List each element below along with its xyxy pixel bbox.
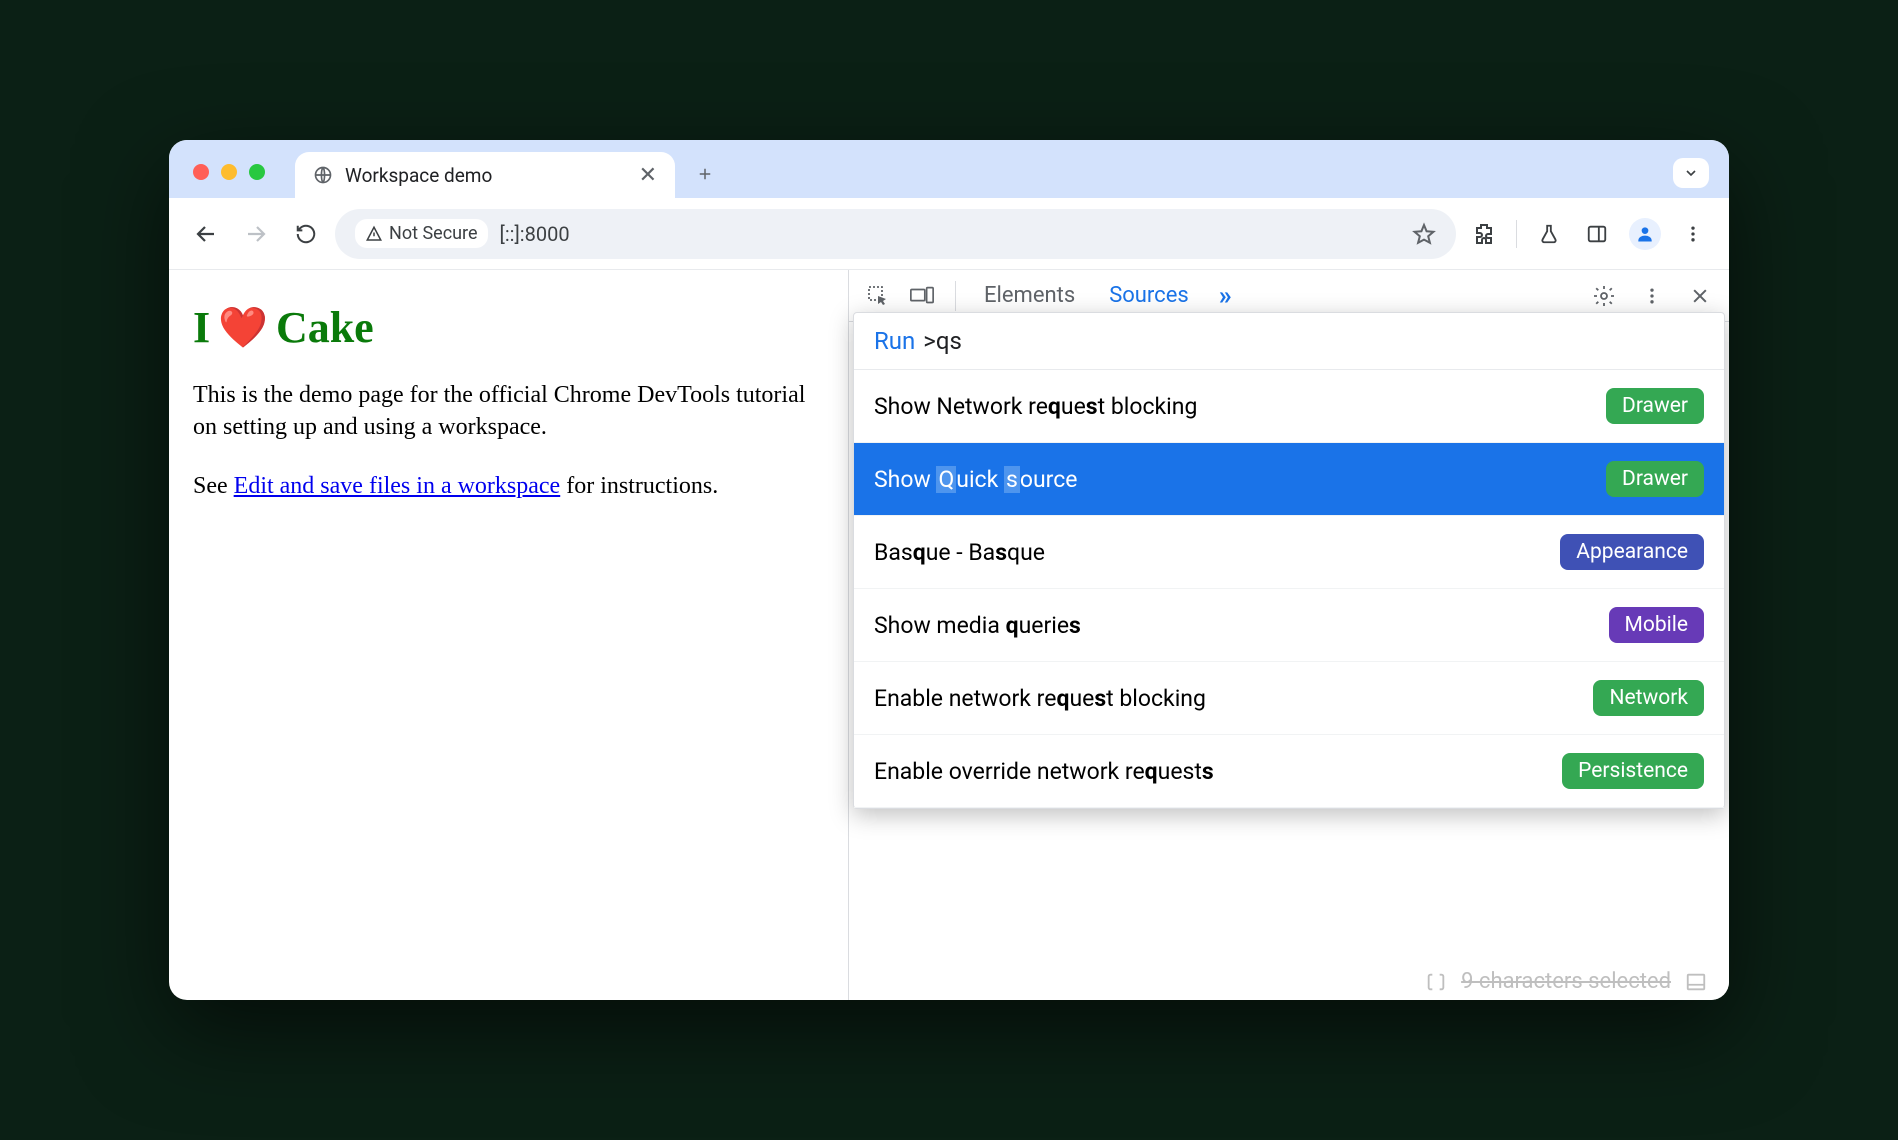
brackets-icon (1425, 971, 1447, 993)
command-item[interactable]: Show Quick source Drawer (854, 443, 1724, 516)
kebab-icon[interactable] (1633, 277, 1671, 315)
command-item[interactable]: Show Network request blocking Drawer (854, 370, 1724, 443)
back-button[interactable] (185, 213, 227, 255)
page-para-1: This is the demo page for the official C… (193, 379, 824, 444)
command-query: >qs (923, 327, 962, 355)
command-item[interactable]: Enable network request blocking Network (854, 662, 1724, 735)
tabstrip-chevron-button[interactable] (1673, 158, 1709, 188)
command-label: Enable override network requests (874, 758, 1548, 785)
browser-window: Workspace demo ✕ Not Secure [::]:800 (169, 140, 1729, 1000)
tutorial-link[interactable]: Edit and save files in a workspace (234, 473, 561, 499)
devtools-panel: Elements Sources » Run (849, 270, 1729, 1000)
h1-prefix: I (193, 302, 210, 353)
command-item[interactable]: Show media queries Mobile (854, 589, 1724, 662)
command-label: Enable network request blocking (874, 685, 1579, 712)
command-badge: Drawer (1606, 388, 1704, 424)
tab-title: Workspace demo (345, 164, 627, 187)
globe-icon (313, 165, 333, 185)
command-label: Show media queries (874, 612, 1595, 639)
close-tab-icon[interactable]: ✕ (639, 163, 657, 188)
command-label: Basque - Basque (874, 539, 1546, 566)
minimize-window-button[interactable] (221, 164, 237, 180)
command-menu: Run >qs Show Network request blocking Dra… (853, 312, 1725, 809)
labs-button[interactable] (1529, 214, 1569, 254)
gear-icon[interactable] (1585, 277, 1623, 315)
window-controls (193, 164, 265, 180)
command-list: Show Network request blockingDrawerShow … (854, 370, 1724, 808)
security-chip[interactable]: Not Secure (355, 219, 488, 248)
security-text: Not Secure (389, 223, 478, 244)
profile-button[interactable] (1625, 214, 1665, 254)
h1-suffix: Cake (276, 302, 374, 353)
command-item[interactable]: Basque - Basque Appearance (854, 516, 1724, 589)
command-label: Show Network request blocking (874, 393, 1592, 420)
maximize-window-button[interactable] (249, 164, 265, 180)
url-text: [::]:8000 (500, 222, 1400, 246)
more-tabs-button[interactable]: » (1209, 281, 1242, 311)
heart-icon: ❤️ (218, 304, 268, 351)
dt-separator (955, 281, 956, 311)
command-item[interactable]: Enable override network requests Persiste… (854, 735, 1724, 808)
bookmark-icon[interactable] (1412, 222, 1436, 246)
page-para-2: See Edit and save files in a workspace f… (193, 470, 824, 502)
side-panel-button[interactable] (1577, 214, 1617, 254)
forward-button[interactable] (235, 213, 277, 255)
status-text: 9 characters selected (1461, 969, 1671, 994)
command-badge: Persistence (1562, 753, 1704, 789)
inspect-icon[interactable] (859, 277, 897, 315)
toolbar: Not Secure [::]:8000 (169, 198, 1729, 270)
extensions-button[interactable] (1464, 214, 1504, 254)
reload-button[interactable] (285, 213, 327, 255)
page-viewport: I ❤️ Cake This is the demo page for the … (169, 270, 849, 1000)
command-badge: Mobile (1609, 607, 1704, 643)
layout-icon (1685, 971, 1707, 993)
command-label: Show Quick source (874, 466, 1592, 493)
menu-button[interactable] (1673, 214, 1713, 254)
tab-strip: Workspace demo ✕ (169, 140, 1729, 198)
content-area: I ❤️ Cake This is the demo page for the … (169, 270, 1729, 1000)
command-input-row[interactable]: Run >qs (854, 313, 1724, 370)
command-run-label: Run (874, 327, 915, 355)
devtools-status-bar: 9 characters selected (871, 969, 1707, 994)
para2-suffix: for instructions. (560, 473, 718, 499)
command-badge: Drawer (1606, 461, 1704, 497)
address-bar[interactable]: Not Secure [::]:8000 (335, 209, 1456, 259)
toolbar-separator (1516, 220, 1517, 248)
new-tab-button[interactable] (685, 154, 725, 194)
close-devtools-icon[interactable] (1681, 277, 1719, 315)
close-window-button[interactable] (193, 164, 209, 180)
browser-tab[interactable]: Workspace demo ✕ (295, 152, 675, 198)
para2-prefix: See (193, 473, 234, 499)
command-badge: Network (1593, 680, 1704, 716)
device-toggle-icon[interactable] (903, 277, 941, 315)
command-badge: Appearance (1560, 534, 1704, 570)
page-heading: I ❤️ Cake (193, 302, 824, 353)
